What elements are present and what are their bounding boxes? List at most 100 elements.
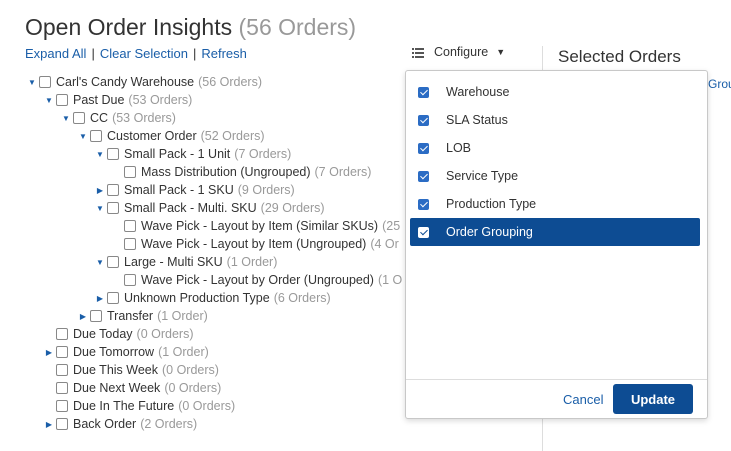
tree-node-count: (7 Orders) — [314, 165, 372, 179]
tree-checkbox[interactable] — [90, 310, 102, 322]
option-order-grouping[interactable]: Order Grouping — [410, 218, 700, 246]
tree-checkbox[interactable] — [73, 112, 85, 124]
tree-node-unknown-production-type: Unknown Production Type(6 Orders) — [95, 289, 331, 307]
tree-node-large-multi-sku: Large - Multi SKU(1 Order) — [95, 253, 277, 271]
tree-node-count: (0 Orders) — [162, 363, 219, 377]
checkbox-checked-icon[interactable] — [418, 170, 429, 182]
configure-dropdown: Warehouse SLA Status LOB Service Type Pr… — [405, 70, 708, 419]
option-label: Warehouse — [446, 85, 510, 99]
tree-node-wave-pick-similar: Wave Pick - Layout by Item (Similar SKUs… — [112, 217, 400, 235]
chevron-down-icon[interactable] — [27, 78, 37, 87]
clear-selection-link[interactable]: Clear Selection — [100, 46, 188, 61]
tree-node-count: (52 Orders) — [200, 129, 265, 143]
tree-node-count: (4 Or — [370, 237, 399, 251]
chevron-down-icon[interactable] — [44, 96, 54, 105]
tree-node-due-tomorrow: Due Tomorrow(1 Order) — [44, 343, 209, 361]
tree-node-count: (9 Orders) — [237, 183, 295, 197]
option-lob[interactable]: LOB — [410, 134, 700, 162]
tree-checkbox[interactable] — [90, 130, 102, 142]
tree-node-small-pack-multi-sku: Small Pack - Multi. SKU(29 Orders) — [95, 199, 325, 217]
refresh-link[interactable]: Refresh — [201, 46, 247, 61]
tree-node-count: (2 Orders) — [140, 417, 198, 431]
tree-node-label: Back Order — [73, 417, 137, 431]
caret-down-icon: ▼ — [496, 47, 506, 57]
tree-node-warehouse: Carl's Candy Warehouse(56 Orders) — [27, 73, 262, 91]
tree-checkbox[interactable] — [107, 202, 119, 214]
tree-node-count: (53 Orders) — [128, 93, 193, 107]
tree-node-label: Unknown Production Type — [124, 291, 270, 305]
option-production-type[interactable]: Production Type — [410, 190, 700, 218]
configure-label: Configure — [434, 45, 489, 59]
tree-checkbox[interactable] — [124, 220, 136, 232]
checkbox-checked-icon[interactable] — [418, 198, 429, 210]
chevron-right-icon[interactable] — [95, 294, 105, 303]
tree-node-back-order: Back Order(2 Orders) — [44, 415, 197, 433]
tree-node-transfer: Transfer(1 Order) — [78, 307, 208, 325]
tree-node-label: CC — [90, 111, 109, 125]
option-sla-status[interactable]: SLA Status — [410, 106, 700, 134]
tree-node-count: (29 Orders) — [260, 201, 325, 215]
tree-node-label: Due Next Week — [73, 381, 161, 395]
checkbox-checked-icon[interactable] — [418, 114, 429, 126]
tree-checkbox[interactable] — [56, 364, 68, 376]
tree-node-count: (1 O — [377, 273, 403, 287]
tree-node-label: Due In The Future — [73, 399, 175, 413]
chevron-right-icon[interactable] — [44, 348, 54, 357]
tree-checkbox[interactable] — [56, 418, 68, 430]
chevron-down-icon[interactable] — [78, 132, 88, 141]
tree-checkbox[interactable] — [56, 94, 68, 106]
tree-node-count: (53 Orders) — [112, 111, 176, 125]
tree-checkbox[interactable] — [124, 274, 136, 286]
tree-node-due-in-future: Due In The Future (0 Orders) — [44, 397, 235, 415]
tree-checkbox[interactable] — [56, 400, 68, 412]
configure-button[interactable]: Configure ▼ — [412, 45, 505, 59]
option-label: Production Type — [446, 197, 537, 211]
tree-node-count: (56 Orders) — [198, 75, 262, 89]
cancel-button[interactable]: Cancel — [563, 392, 603, 407]
tree-checkbox[interactable] — [56, 382, 68, 394]
list-icon — [412, 47, 424, 58]
chevron-down-icon[interactable] — [61, 114, 71, 123]
tree-node-count: (1 Order) — [226, 255, 278, 269]
dropdown-divider — [406, 379, 707, 380]
tree-node-small-pack-1-sku: Small Pack - 1 SKU(9 Orders) — [95, 181, 295, 199]
tree-node-customer-order: Customer Order(52 Orders) — [78, 127, 265, 145]
expand-all-link[interactable]: Expand All — [25, 46, 86, 61]
tree-checkbox[interactable] — [107, 148, 119, 160]
tree-node-label: Small Pack - 1 Unit — [124, 147, 231, 161]
tree-node-cc: CC(53 Orders) — [61, 109, 176, 127]
chevron-down-icon[interactable] — [95, 204, 105, 213]
chevron-down-icon[interactable] — [95, 258, 105, 267]
tree-node-label: Wave Pick - Layout by Order (Ungrouped) — [141, 273, 374, 287]
tree-node-due-this-week: Due This Week (0 Orders) — [44, 361, 219, 379]
tree-node-label: Large - Multi SKU — [124, 255, 223, 269]
truncated-group-link[interactable]: Grou — [708, 77, 731, 91]
link-separator: | — [91, 46, 95, 61]
tree-checkbox[interactable] — [56, 346, 68, 358]
tree-node-label: Carl's Candy Warehouse — [56, 75, 195, 89]
tree-checkbox[interactable] — [56, 328, 68, 340]
tree-node-label: Past Due — [73, 93, 125, 107]
tree-node-count: (0 Orders) — [164, 381, 222, 395]
tree-checkbox[interactable] — [107, 256, 119, 268]
tree-node-label: Due This Week — [73, 363, 158, 377]
tree-node-count: (7 Orders) — [234, 147, 292, 161]
tree-node-label: Due Tomorrow — [73, 345, 155, 359]
tree-checkbox[interactable] — [107, 292, 119, 304]
chevron-right-icon[interactable] — [78, 312, 88, 321]
checkbox-checked-icon[interactable] — [418, 86, 429, 98]
option-service-type[interactable]: Service Type — [410, 162, 700, 190]
tree-checkbox[interactable] — [107, 184, 119, 196]
tree-checkbox[interactable] — [124, 166, 136, 178]
tree-checkbox[interactable] — [39, 76, 51, 88]
tree-checkbox[interactable] — [124, 238, 136, 250]
chevron-right-icon[interactable] — [44, 420, 54, 429]
chevron-right-icon[interactable] — [95, 186, 105, 195]
option-label: SLA Status — [446, 113, 508, 127]
checkbox-checked-icon[interactable] — [418, 142, 429, 154]
option-warehouse[interactable]: Warehouse — [410, 78, 700, 106]
checkbox-checked-icon[interactable] — [418, 226, 429, 238]
chevron-down-icon[interactable] — [95, 150, 105, 159]
update-button[interactable]: Update — [613, 384, 693, 414]
tree-node-count: (0 Orders) — [178, 399, 236, 413]
